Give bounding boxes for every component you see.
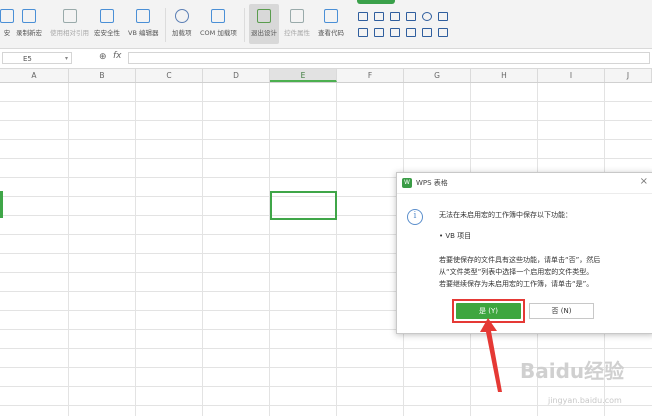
relative-ref-button[interactable]: 使用相对引用	[50, 4, 89, 44]
selected-cell[interactable]	[270, 191, 337, 220]
column-header-i[interactable]: I	[538, 69, 605, 82]
close-button[interactable]: ×	[640, 176, 648, 187]
grid-line	[336, 83, 337, 416]
com-addins-label: COM 加载项	[200, 29, 237, 37]
label-control-icon[interactable]	[374, 12, 384, 21]
relative-ref-label: 使用相对引用	[50, 29, 89, 37]
view-code-label: 查看代码	[318, 29, 344, 37]
dialog-message-line: 若要继续保存为未启用宏的工作簿，请单击“是”。	[439, 280, 594, 288]
control-properties-button[interactable]: 控件属性	[284, 4, 310, 44]
baidu-watermark-logo: Baidu经验	[520, 359, 625, 383]
dialog-message-line: 若要使保存的文件具有这些功能，请单击“否”，然后	[439, 256, 601, 264]
toggle-control-icon[interactable]	[422, 28, 432, 37]
view-code-button[interactable]: 查看代码	[318, 4, 344, 44]
developer-tab-indicator[interactable]	[357, 0, 395, 4]
formula-bar: E5 ▾ ⊕ fx	[0, 49, 652, 69]
column-header-e[interactable]: E	[270, 69, 337, 82]
combobox-control-icon[interactable]	[358, 28, 368, 37]
zoom-icon[interactable]: ⊕	[99, 52, 107, 62]
ribbon-separator	[165, 8, 166, 42]
grid-line	[68, 83, 69, 416]
baidu-watermark-url: jingyan.baidu.com	[548, 396, 622, 405]
column-header-row: A B C D E F G H I J	[0, 69, 652, 83]
column-header-g[interactable]: G	[404, 69, 471, 82]
design-mode-icon	[257, 9, 271, 23]
column-header-a[interactable]: A	[0, 69, 69, 82]
grid-line	[202, 83, 203, 416]
row-selection-indicator	[0, 191, 3, 218]
listbox-control-icon[interactable]	[390, 12, 400, 21]
more-controls-icon[interactable]	[438, 28, 448, 37]
dialog-message-line: 从“文件类型”列表中选择一个启用宏的文件类型。	[439, 268, 594, 276]
macro-security-label: 宏安全性	[94, 29, 120, 37]
no-button[interactable]: 否 (N)	[529, 303, 594, 319]
name-box-value: E5	[23, 55, 32, 63]
macro-security-button[interactable]: 宏安全性	[94, 4, 120, 44]
view-code-icon	[324, 9, 338, 23]
column-header-d[interactable]: D	[203, 69, 270, 82]
grid-line	[269, 83, 270, 416]
vb-editor-icon	[136, 9, 151, 23]
formula-input[interactable]	[128, 52, 650, 64]
vb-editor-label: VB 编辑器	[128, 29, 159, 37]
fx-icon[interactable]: fx	[113, 51, 122, 61]
macro-label: 安	[3, 29, 11, 37]
column-header-b[interactable]: B	[69, 69, 136, 82]
textbox-control-icon[interactable]	[406, 12, 416, 21]
option-button-control-icon[interactable]	[422, 12, 432, 21]
column-header-h[interactable]: H	[471, 69, 538, 82]
addins-label: 加载项	[172, 29, 192, 37]
image-control-icon[interactable]	[438, 12, 448, 21]
spinner-control-icon[interactable]	[406, 28, 416, 37]
control-properties-label: 控件属性	[284, 29, 310, 37]
dialog-message-item: • VB 项目	[439, 232, 472, 240]
design-mode-button[interactable]: 退出设计	[249, 4, 279, 44]
record-macro-button[interactable]: 录制新宏	[16, 4, 42, 44]
relative-ref-icon	[62, 9, 77, 23]
ribbon-toolbar: 安 录制新宏 使用相对引用 宏安全性 VB 编辑器 加载项 COM 加载项 退出…	[0, 0, 652, 49]
ribbon-separator	[244, 8, 245, 42]
record-macro-icon	[22, 9, 36, 23]
scrollbar-control-icon[interactable]	[390, 28, 400, 37]
column-header-f[interactable]: F	[337, 69, 404, 82]
command-button-control-icon[interactable]	[374, 28, 384, 37]
annotation-arrow-icon	[480, 318, 502, 392]
info-icon: i	[407, 209, 423, 225]
com-addins-icon	[211, 9, 226, 23]
control-properties-icon	[290, 9, 304, 23]
column-header-c[interactable]: C	[136, 69, 203, 82]
name-box[interactable]: E5 ▾	[2, 52, 72, 64]
dialog-title-bar[interactable]: W WPS 表格 ×	[397, 173, 652, 194]
macro-button[interactable]: 安	[0, 4, 14, 44]
chevron-down-icon[interactable]: ▾	[65, 53, 68, 65]
save-warning-dialog: W WPS 表格 × i 无法在未启用宏的工作簿中保存以下功能： • VB 项目…	[396, 172, 652, 334]
addins-icon	[174, 9, 189, 23]
design-mode-label: 退出设计	[251, 29, 277, 37]
macro-icon	[0, 9, 14, 23]
vb-editor-button[interactable]: VB 编辑器	[128, 4, 158, 44]
macro-security-icon	[100, 9, 114, 23]
grid-line	[135, 83, 136, 416]
record-macro-label: 录制新宏	[16, 29, 42, 37]
dialog-title: WPS 表格	[416, 179, 448, 187]
com-addins-button[interactable]: COM 加载项	[200, 4, 237, 44]
wps-logo-icon: W	[402, 178, 412, 188]
addins-button[interactable]: 加载项	[172, 4, 192, 44]
checkbox-control-icon[interactable]	[358, 12, 368, 21]
dialog-message-main: 无法在未启用宏的工作簿中保存以下功能：	[439, 211, 572, 219]
column-header-j[interactable]: J	[605, 69, 652, 82]
